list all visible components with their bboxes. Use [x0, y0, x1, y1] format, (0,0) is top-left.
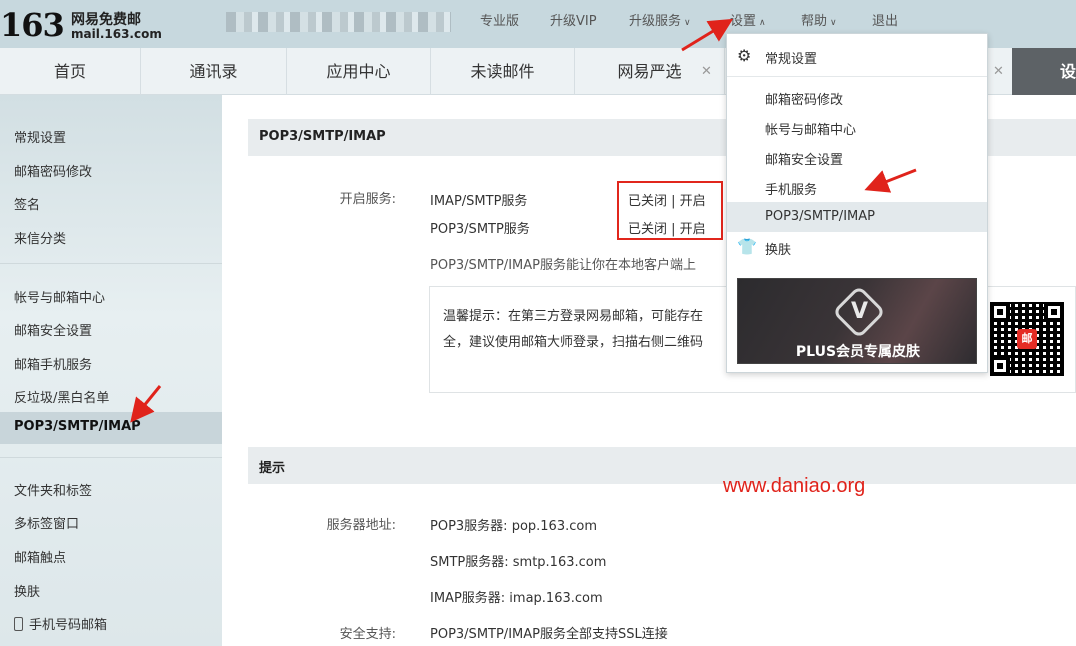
sidebar-item-antispam[interactable]: 反垃圾/黑白名单 [14, 387, 109, 406]
tab-home[interactable]: 首页 [0, 48, 141, 95]
sidebar-divider [0, 263, 222, 264]
qr-logo-badge: 邮 [1017, 329, 1037, 349]
logo-number[interactable]: 163 [0, 6, 65, 44]
service-label: 开启服务: [339, 192, 396, 207]
banner-text: PLUS会员专属皮肤 [795, 344, 921, 360]
qr-finder [990, 356, 1010, 376]
sidebar-item-account-center[interactable]: 帐号与邮箱中心 [14, 287, 105, 306]
dropdown-item-pop3[interactable]: POP3/SMTP/IMAP [765, 209, 875, 224]
sidebar-divider [0, 457, 222, 458]
tab-contacts[interactable]: 通讯录 [141, 48, 287, 95]
pop3-server: POP3服务器: pop.163.com [430, 519, 597, 534]
dropdown-item-account-center[interactable]: 帐号与邮箱中心 [765, 119, 856, 138]
nav-help[interactable]: 帮助 ∨ [801, 10, 837, 29]
server-label: 服务器地址: [326, 518, 396, 533]
nav-upgrade-service-label: 升级服务 [629, 14, 682, 29]
sidebar-item-general[interactable]: 常规设置 [14, 127, 66, 146]
service-description: POP3/SMTP/IMAP服务能让你在本地客户端上 [430, 258, 696, 273]
smtp-server: SMTP服务器: smtp.163.com [430, 555, 607, 570]
security-value: POP3/SMTP/IMAP服务全部支持SSL连接 [430, 627, 668, 642]
sidebar-item-touchpoint[interactable]: 邮箱触点 [14, 547, 66, 566]
imap-server: IMAP服务器: imap.163.com [430, 591, 603, 606]
tip-line-1: 温馨提示：在第三方登录网易邮箱，可能存在 [443, 309, 704, 324]
vip-badge-letter: V [851, 299, 869, 324]
chevron-down-icon: ∨ [684, 18, 691, 28]
sidebar-item-phone-mailbox-label: 手机号码邮箱 [29, 618, 108, 633]
sidebar-item-phone-service[interactable]: 邮箱手机服务 [14, 354, 92, 373]
highlight-box [617, 181, 723, 240]
qr-finder [990, 302, 1010, 322]
dropdown-item-phone-service[interactable]: 手机服务 [765, 179, 817, 198]
blurred-account-name [226, 12, 451, 32]
logo-name[interactable]: 网易免费邮 [71, 9, 141, 29]
tab-unread[interactable]: 未读邮件 [431, 48, 575, 95]
nav-upgrade-vip[interactable]: 升级VIP [550, 10, 597, 29]
dropdown-item-skin[interactable]: 换肤 [765, 239, 791, 258]
sidebar-item-phone-mailbox[interactable]: 手机号码邮箱 [14, 614, 107, 633]
qr-finder [1044, 302, 1064, 322]
gear-icon: ⚙ [737, 46, 752, 65]
nav-logout[interactable]: 退出 [872, 10, 898, 29]
tab-app-center[interactable]: 应用中心 [287, 48, 431, 95]
sidebar-item-multitab[interactable]: 多标签窗口 [14, 513, 79, 532]
section-header-tips: 提示 [248, 447, 1076, 484]
security-label: 安全支持: [339, 627, 396, 642]
section-title: POP3/SMTP/IMAP [259, 129, 386, 144]
nav-settings-label: 设置 [730, 14, 757, 29]
tab-settings[interactable]: 设置 [1012, 48, 1076, 95]
nav-settings[interactable]: 设置 ∧ [730, 10, 766, 29]
dropdown-divider [727, 76, 987, 77]
section-title: 提示 [259, 461, 286, 476]
dropdown-item-security[interactable]: 邮箱安全设置 [765, 149, 843, 168]
chevron-down-icon: ∨ [830, 18, 837, 28]
close-icon[interactable]: ✕ [701, 64, 712, 79]
sidebar-item-skin[interactable]: 换肤 [14, 581, 40, 600]
dropdown-item-general[interactable]: 常规设置 [765, 48, 817, 67]
nav-help-label: 帮助 [801, 14, 828, 29]
plus-skin-banner[interactable]: V PLUS会员专属皮肤 [737, 278, 977, 364]
dropdown-item-password[interactable]: 邮箱密码修改 [765, 89, 843, 108]
sidebar-item-security[interactable]: 邮箱安全设置 [14, 320, 92, 339]
sidebar-item-signature[interactable]: 签名 [14, 194, 40, 213]
pop3-service-name: POP3/SMTP服务 [430, 222, 530, 237]
chevron-up-icon: ∧ [759, 18, 766, 28]
tip-line-2: 全，建议使用邮箱大师登录，扫描右侧二维码 [443, 335, 704, 350]
sidebar-item-filter[interactable]: 来信分类 [14, 228, 66, 247]
sidebar-item-folders[interactable]: 文件夹和标签 [14, 480, 92, 499]
nav-pro[interactable]: 专业版 [480, 10, 519, 29]
logo-domain[interactable]: mail.163.com [71, 27, 162, 41]
phone-icon [14, 617, 23, 631]
sidebar-item-pop3-label: POP3/SMTP/IMAP [14, 419, 141, 434]
sidebar-item-password[interactable]: 邮箱密码修改 [14, 161, 92, 180]
settings-sidebar: 常规设置 邮箱密码修改 签名 来信分类 帐号与邮箱中心 邮箱安全设置 邮箱手机服… [0, 95, 222, 646]
settings-dropdown: ⚙ 常规设置 邮箱密码修改 帐号与邮箱中心 邮箱安全设置 手机服务 POP3/S… [726, 33, 988, 373]
close-icon[interactable]: ✕ [993, 64, 1004, 79]
tshirt-icon: 👕 [737, 237, 757, 256]
nav-upgrade-service[interactable]: 升级服务 ∨ [629, 10, 691, 29]
watermark: www.daniao.org [723, 475, 866, 497]
imap-service-name: IMAP/SMTP服务 [430, 194, 528, 209]
